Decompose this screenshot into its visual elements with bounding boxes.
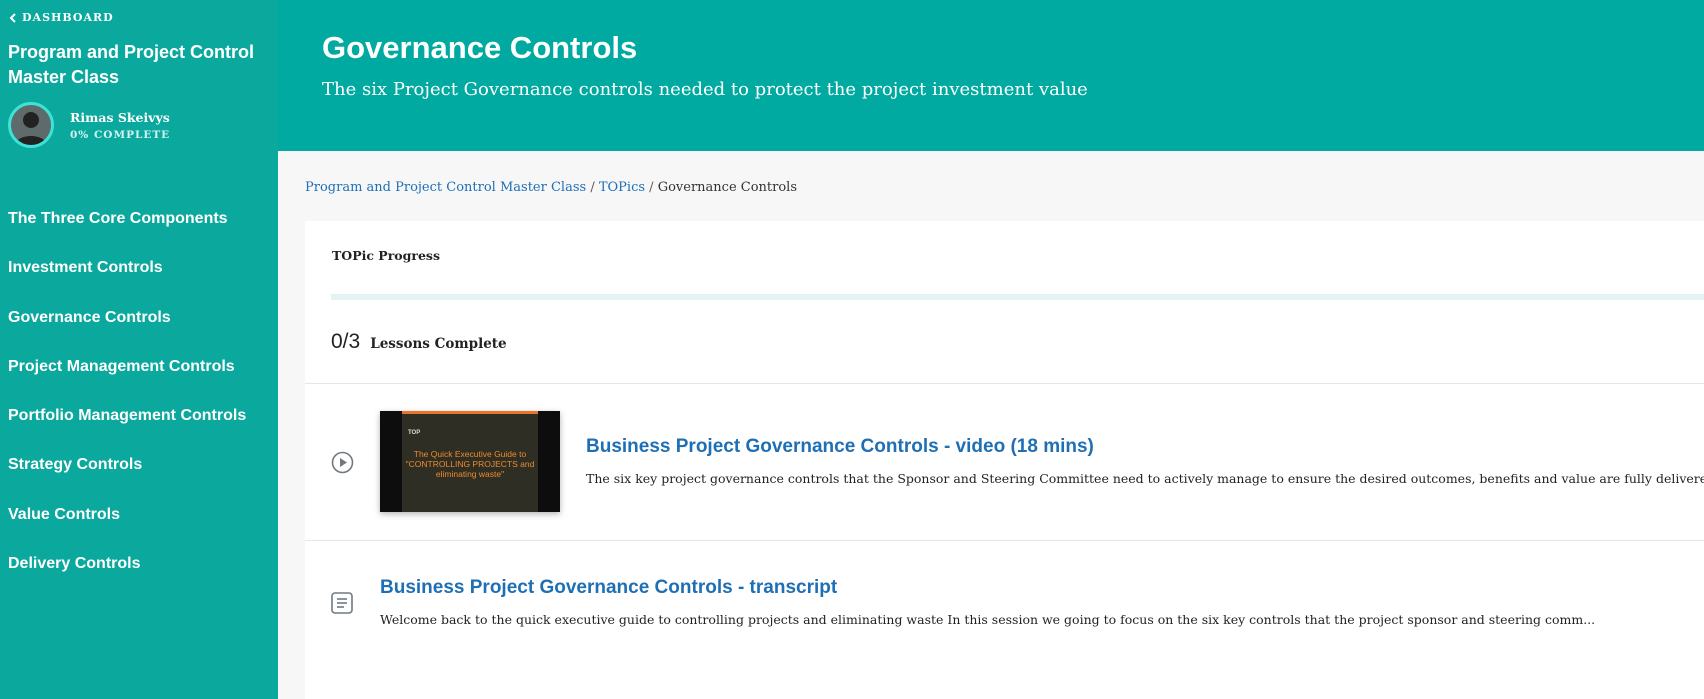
- topic-progress-bar: [331, 294, 1704, 300]
- video-thumbnail[interactable]: TOP The Quick Executive Guide to "CONTRO…: [380, 411, 560, 512]
- course-title: Program and Project Control Master Class: [8, 42, 255, 87]
- topic-header: Governance Controls The six Project Gove…: [278, 0, 1704, 151]
- user-silhouette-icon: [15, 112, 47, 145]
- lessons-complete-label: Lessons Complete: [370, 336, 507, 352]
- topic-content-card: TOPic Progress 0/3 Lessons Complete TOP …: [305, 221, 1704, 699]
- document-icon: [331, 592, 353, 614]
- lesson-description: Welcome back to the quick executive guid…: [380, 612, 1596, 627]
- breadcrumb-separator: /: [590, 180, 595, 195]
- lesson-title-link[interactable]: Business Project Governance Controls - t…: [380, 577, 837, 599]
- dashboard-back-link[interactable]: DASHBOARD: [9, 11, 114, 24]
- thumbnail-logo: TOP: [408, 430, 421, 436]
- dashboard-label: DASHBOARD: [22, 11, 114, 24]
- divider: [305, 383, 1704, 384]
- breadcrumb-current: Governance Controls: [657, 180, 798, 195]
- topic-nav: The Three Core Components Investment Con…: [8, 206, 246, 600]
- page-title: Governance Controls: [322, 30, 638, 65]
- course-progress-text: 0% COMPLETE: [70, 128, 171, 141]
- play-circle-icon: [331, 451, 354, 474]
- lesson-description: The six key project governance controls …: [586, 471, 1704, 486]
- sidebar: DASHBOARD Program and Project Control Ma…: [0, 0, 278, 699]
- sidebar-item-three-core-components[interactable]: The Three Core Components: [8, 206, 246, 255]
- thumbnail-accent-bar: [402, 411, 538, 414]
- lessons-complete: 0/3 Lessons Complete: [331, 330, 507, 354]
- user-profile: Rimas Skeivys 0% COMPLETE: [8, 102, 170, 148]
- sidebar-item-delivery-controls[interactable]: Delivery Controls: [8, 551, 246, 600]
- sidebar-item-governance-controls[interactable]: Governance Controls: [8, 305, 246, 354]
- lessons-count: 0/3: [331, 330, 361, 353]
- lesson-title-link[interactable]: Business Project Governance Controls - v…: [586, 436, 1094, 458]
- breadcrumb-topics-link[interactable]: TOPics: [599, 180, 645, 195]
- user-name: Rimas Skeivys: [70, 109, 170, 125]
- thumbnail-text: The Quick Executive Guide to "CONTROLLIN…: [405, 449, 535, 479]
- page-subtitle: The six Project Governance controls need…: [322, 79, 1088, 100]
- breadcrumb-separator: /: [649, 180, 654, 195]
- sidebar-item-portfolio-management-controls[interactable]: Portfolio Management Controls: [8, 403, 246, 452]
- chevron-left-icon: [9, 12, 16, 23]
- divider: [305, 540, 1704, 541]
- sidebar-item-value-controls[interactable]: Value Controls: [8, 502, 246, 551]
- topic-progress-label: TOPic Progress: [332, 248, 440, 263]
- breadcrumb: Program and Project Control Master Class…: [305, 180, 797, 195]
- sidebar-item-strategy-controls[interactable]: Strategy Controls: [8, 452, 246, 501]
- breadcrumb-course-link[interactable]: Program and Project Control Master Class: [305, 180, 586, 195]
- sidebar-item-project-management-controls[interactable]: Project Management Controls: [8, 354, 246, 403]
- avatar: [8, 102, 54, 148]
- sidebar-item-investment-controls[interactable]: Investment Controls: [8, 255, 246, 304]
